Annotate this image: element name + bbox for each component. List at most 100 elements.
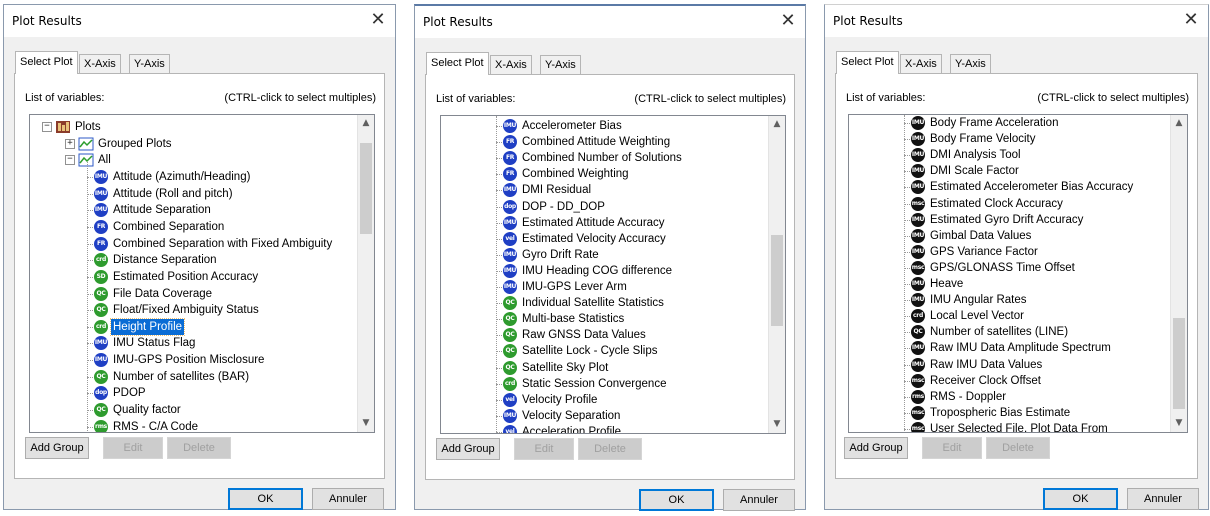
tab-select-plot[interactable]: Select Plot xyxy=(426,52,489,75)
tab-x-axis[interactable]: X-Axis xyxy=(490,55,532,74)
list-item[interactable]: rms RMS - C/A Code xyxy=(30,419,357,432)
list-item[interactable]: IMU Heave xyxy=(849,276,1170,292)
vertical-scrollbar[interactable]: ▲ ▼ xyxy=(357,115,374,432)
edit-button[interactable]: Edit xyxy=(922,437,982,459)
list-item[interactable]: IMU IMU-GPS Position Misclosure xyxy=(30,352,357,368)
list-item[interactable]: IMU DMI Analysis Tool xyxy=(849,147,1170,163)
list-item[interactable]: msc GPS/GLONASS Time Offset xyxy=(849,260,1170,276)
add-group-button[interactable]: Add Group xyxy=(436,438,500,460)
list-item[interactable]: QC Individual Satellite Statistics xyxy=(441,295,768,311)
collapse-icon[interactable]: − xyxy=(65,155,75,166)
list-item[interactable]: rms RMS - Doppler xyxy=(849,389,1170,405)
list-item[interactable]: dop DOP - DD_DOP xyxy=(441,199,768,215)
tab-y-axis[interactable]: Y-Axis xyxy=(950,54,991,73)
list-item[interactable]: msc Tropospheric Bias Estimate xyxy=(849,405,1170,421)
ok-button[interactable]: OK xyxy=(639,489,714,511)
tab-select-plot[interactable]: Select Plot xyxy=(836,51,899,74)
list-item[interactable]: IMU Estimated Attitude Accuracy xyxy=(441,215,768,231)
add-group-button[interactable]: Add Group xyxy=(25,437,89,459)
list-item[interactable]: QC Satellite Lock - Cycle Slips xyxy=(441,343,768,359)
list-item[interactable]: IMU Attitude Separation xyxy=(30,202,357,218)
list-item[interactable]: QC Satellite Sky Plot xyxy=(441,360,768,376)
edit-button[interactable]: Edit xyxy=(103,437,163,459)
cancel-button[interactable]: Annuler xyxy=(1127,488,1199,510)
vertical-scrollbar[interactable]: ▲ ▼ xyxy=(1170,115,1187,432)
list-item[interactable]: IMU IMU Status Flag xyxy=(30,335,357,351)
list-item[interactable]: QC Raw GNSS Data Values xyxy=(441,327,768,343)
list-item[interactable]: IMU DMI Residual xyxy=(441,182,768,198)
list-item[interactable]: FR Combined Weighting xyxy=(441,166,768,182)
list-item[interactable]: IMU Raw IMU Data Amplitude Spectrum xyxy=(849,340,1170,356)
list-item[interactable]: QC File Data Coverage xyxy=(30,286,357,302)
list-item[interactable]: IMU Estimated Accelerometer Bias Accuracy xyxy=(849,179,1170,195)
add-group-button[interactable]: Add Group xyxy=(844,437,908,459)
list-item[interactable]: vel Acceleration Profile xyxy=(441,424,768,433)
list-item[interactable]: IMU Accelerometer Bias xyxy=(441,118,768,134)
list-item[interactable]: IMU Attitude (Roll and pitch) xyxy=(30,186,357,202)
ok-button[interactable]: OK xyxy=(228,488,303,510)
scroll-thumb[interactable] xyxy=(360,143,372,234)
scroll-thumb[interactable] xyxy=(1173,318,1185,409)
tab-y-axis[interactable]: Y-Axis xyxy=(129,54,170,73)
collapse-icon[interactable]: − xyxy=(42,122,52,132)
list-item[interactable]: QC Float/Fixed Ambiguity Status xyxy=(30,302,357,318)
scroll-down-icon[interactable]: ▼ xyxy=(1171,415,1187,432)
scroll-down-icon[interactable]: ▼ xyxy=(358,415,374,432)
delete-button[interactable]: Delete xyxy=(986,437,1050,459)
list-item[interactable]: FR Combined Separation with Fixed Ambigui… xyxy=(30,236,357,252)
expand-icon[interactable]: + xyxy=(65,138,75,149)
variables-tree[interactable]: IMU Accelerometer Bias FR Combined Attitude… xyxy=(440,115,786,434)
list-item[interactable]: FR Combined Number of Solutions xyxy=(441,150,768,166)
list-item[interactable]: FR Combined Attitude Weighting xyxy=(441,134,768,150)
list-item[interactable]: IMU Body Frame Velocity xyxy=(849,131,1170,147)
cancel-button[interactable]: Annuler xyxy=(312,488,384,510)
close-icon[interactable]: ✕ xyxy=(777,10,799,32)
list-item[interactable]: vel Velocity Profile xyxy=(441,392,768,408)
list-item[interactable]: IMU DMI Scale Factor xyxy=(849,163,1170,179)
list-item[interactable]: crd Local Level Vector xyxy=(849,308,1170,324)
list-item[interactable]: msc Estimated Clock Accuracy xyxy=(849,196,1170,212)
list-item[interactable]: msc Receiver Clock Offset xyxy=(849,373,1170,389)
list-item[interactable]: IMU Raw IMU Data Values xyxy=(849,357,1170,373)
list-item[interactable]: msc User Selected File. Plot Data From xyxy=(849,421,1170,432)
list-item[interactable]: IMU Gyro Drift Rate xyxy=(441,247,768,263)
tab-y-axis[interactable]: Y-Axis xyxy=(540,55,581,74)
scroll-down-icon[interactable]: ▼ xyxy=(769,416,785,433)
list-item[interactable]: IMU Estimated Gyro Drift Accuracy xyxy=(849,212,1170,228)
list-item[interactable]: IMU Velocity Separation xyxy=(441,408,768,424)
tab-x-axis[interactable]: X-Axis xyxy=(900,54,942,73)
list-item[interactable]: IMU IMU Heading COG difference xyxy=(441,263,768,279)
list-item[interactable]: QC Multi-base Statistics xyxy=(441,311,768,327)
list-item[interactable]: IMU IMU-GPS Lever Arm xyxy=(441,279,768,295)
tab-select-plot[interactable]: Select Plot xyxy=(15,51,78,74)
list-item[interactable]: QC Number of satellites (BAR) xyxy=(30,369,357,385)
list-item[interactable]: IMU GPS Variance Factor xyxy=(849,244,1170,260)
list-item[interactable]: dop PDOP xyxy=(30,385,357,401)
edit-button[interactable]: Edit xyxy=(514,438,574,460)
cancel-button[interactable]: Annuler xyxy=(723,489,795,511)
variables-tree[interactable]: IMU Body Frame Acceleration IMU Body Frame … xyxy=(848,114,1188,433)
list-item[interactable]: crd Distance Separation xyxy=(30,252,357,268)
variables-tree[interactable]: − Plots + Grouped Plots − All IMU Attitude (Azi… xyxy=(29,114,375,433)
scroll-thumb[interactable] xyxy=(771,235,783,326)
list-item[interactable]: IMU Body Frame Acceleration xyxy=(849,115,1170,131)
close-icon[interactable]: ✕ xyxy=(1180,9,1202,31)
scroll-up-icon[interactable]: ▲ xyxy=(358,115,374,132)
delete-button[interactable]: Delete xyxy=(578,438,642,460)
list-item[interactable]: QC Number of satellites (LINE) xyxy=(849,324,1170,340)
list-item[interactable]: QC Quality factor xyxy=(30,402,357,418)
tree-node-grouped-plots[interactable]: + Grouped Plots xyxy=(30,136,357,152)
vertical-scrollbar[interactable]: ▲ ▼ xyxy=(768,116,785,433)
list-item[interactable]: IMU Gimbal Data Values xyxy=(849,228,1170,244)
list-item[interactable]: crd Static Session Convergence xyxy=(441,376,768,392)
list-item[interactable]: vel Estimated Velocity Accuracy xyxy=(441,231,768,247)
list-item[interactable]: FR Combined Separation xyxy=(30,219,357,235)
ok-button[interactable]: OK xyxy=(1043,488,1118,510)
tree-node-plots[interactable]: − Plots xyxy=(30,119,357,135)
list-item[interactable]: SD Estimated Position Accuracy xyxy=(30,269,357,285)
tree-node-all[interactable]: − All xyxy=(30,152,357,168)
list-item[interactable]: IMU IMU Angular Rates xyxy=(849,292,1170,308)
list-item[interactable]: IMU Attitude (Azimuth/Heading) xyxy=(30,169,357,185)
tab-x-axis[interactable]: X-Axis xyxy=(79,54,121,73)
list-item[interactable]: crd Height Profile xyxy=(30,317,357,336)
